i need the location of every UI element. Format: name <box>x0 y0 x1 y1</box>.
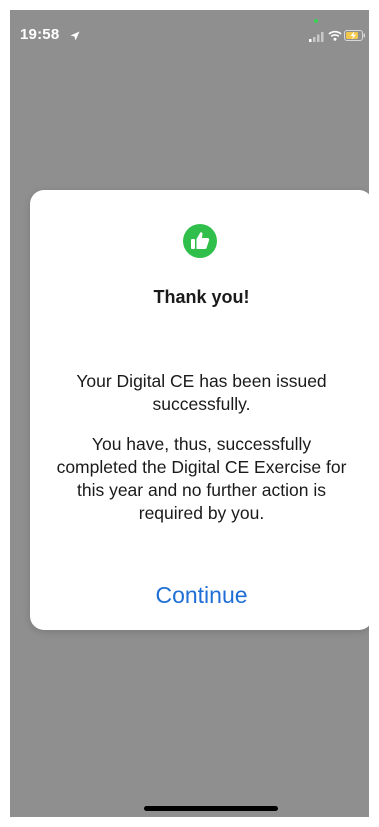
phone-screen: 19:58 Thank you! Your Digital CE has bee… <box>10 10 369 817</box>
success-dialog: Thank you! Your Digital CE has been issu… <box>30 190 369 630</box>
dialog-title: Thank you! <box>153 287 250 307</box>
status-bar: 19:58 <box>10 10 369 60</box>
continue-button[interactable]: Continue <box>30 582 369 609</box>
location-arrow-icon <box>70 28 80 46</box>
wifi-icon <box>328 28 342 46</box>
dialog-message-completed: You have, thus, successfully completed t… <box>56 434 347 523</box>
mic-indicator-icon <box>314 19 318 23</box>
thumbs-up-icon <box>183 224 217 258</box>
signal-icon <box>309 29 325 47</box>
status-time: 19:58 <box>20 26 60 43</box>
battery-charging-icon <box>344 28 366 46</box>
dialog-message-issued: Your Digital CE has been issued successf… <box>76 371 327 414</box>
home-indicator[interactable] <box>144 806 278 811</box>
